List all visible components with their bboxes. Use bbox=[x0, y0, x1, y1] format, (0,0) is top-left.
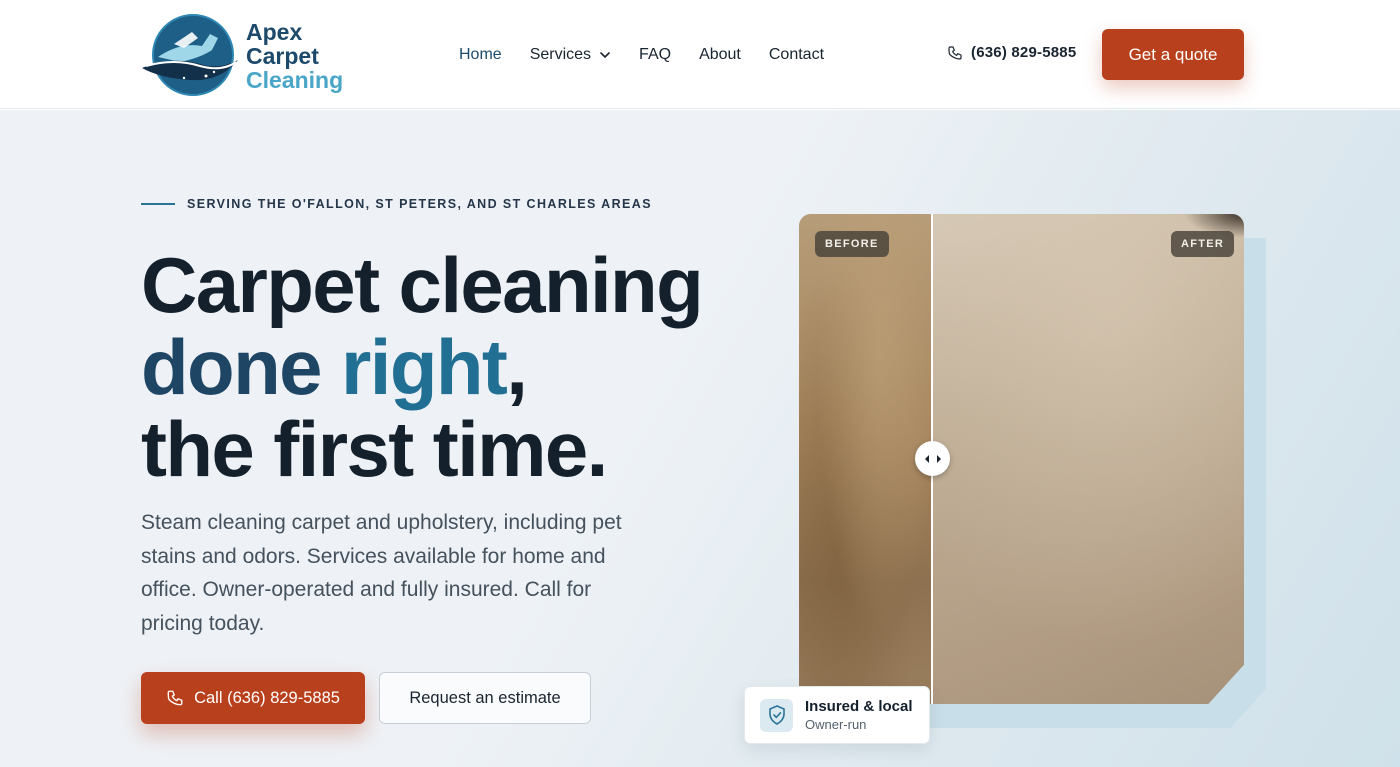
eyebrow-text: SERVING THE O'FALLON, ST PETERS, AND ST … bbox=[187, 197, 652, 211]
nav-home[interactable]: Home bbox=[459, 46, 502, 64]
logo-line-cleaning: Cleaning bbox=[246, 67, 344, 93]
before-label: BEFORE bbox=[815, 231, 889, 257]
phone-icon bbox=[947, 45, 963, 61]
site-header: Apex Carpet Cleaning Home Services FAQ A… bbox=[0, 0, 1400, 109]
hero-eyebrow: SERVING THE O'FALLON, ST PETERS, AND ST … bbox=[141, 197, 652, 211]
after-label: AFTER bbox=[1171, 231, 1235, 257]
badge-title: Insured & local bbox=[805, 697, 913, 715]
get-quote-button[interactable]: Get a quote bbox=[1102, 29, 1244, 80]
headline-line-1: Carpet cleaning bbox=[141, 241, 704, 329]
hero-description: Steam cleaning carpet and upholstery, in… bbox=[141, 511, 622, 635]
headline-comma: , bbox=[506, 323, 528, 411]
hero-headline: Carpet cleaning done right, the first ti… bbox=[141, 244, 781, 490]
headline-word-right: right bbox=[341, 323, 508, 411]
request-estimate-button[interactable]: Request an estimate bbox=[379, 672, 591, 724]
header-phone-number: (636) 829-5885 bbox=[971, 44, 1077, 61]
logo-line-carpet: Carpet bbox=[246, 43, 319, 69]
headline-word-done: done bbox=[141, 323, 323, 411]
insured-badge: Insured & local Owner-run bbox=[744, 686, 930, 744]
arrows-left-right-icon bbox=[924, 454, 941, 463]
logo-wordmark: Apex Carpet Cleaning bbox=[246, 20, 343, 92]
call-button-label: Call (636) 829-5885 bbox=[194, 688, 340, 707]
before-after-slider[interactable] bbox=[799, 214, 1244, 704]
nav-services-label: Services bbox=[529, 46, 592, 63]
shield-check-icon bbox=[760, 698, 793, 732]
nav-contact[interactable]: Contact bbox=[769, 46, 824, 64]
nav-about[interactable]: About bbox=[699, 46, 741, 64]
chevron-down-icon bbox=[599, 51, 611, 59]
logo-line-apex: Apex bbox=[246, 19, 303, 45]
call-button[interactable]: Call (636) 829-5885 bbox=[141, 672, 365, 724]
headline-line-3: the first time. bbox=[141, 405, 608, 493]
nav-services[interactable]: Services bbox=[530, 46, 611, 64]
main-nav: Home Services FAQ About Contact bbox=[459, 44, 852, 66]
nav-faq[interactable]: FAQ bbox=[639, 46, 671, 64]
logo[interactable]: Apex Carpet Cleaning bbox=[140, 12, 350, 98]
before-image bbox=[799, 214, 932, 704]
badge-subtitle: Owner-run bbox=[805, 716, 867, 732]
eyebrow-line bbox=[141, 203, 175, 205]
phone-icon bbox=[166, 689, 184, 707]
logo-mark-icon bbox=[142, 14, 238, 96]
slider-handle[interactable] bbox=[915, 441, 950, 476]
header-phone-link[interactable]: (636) 829-5885 bbox=[947, 44, 1076, 61]
badge-text: Insured & local Owner-run bbox=[805, 698, 913, 733]
